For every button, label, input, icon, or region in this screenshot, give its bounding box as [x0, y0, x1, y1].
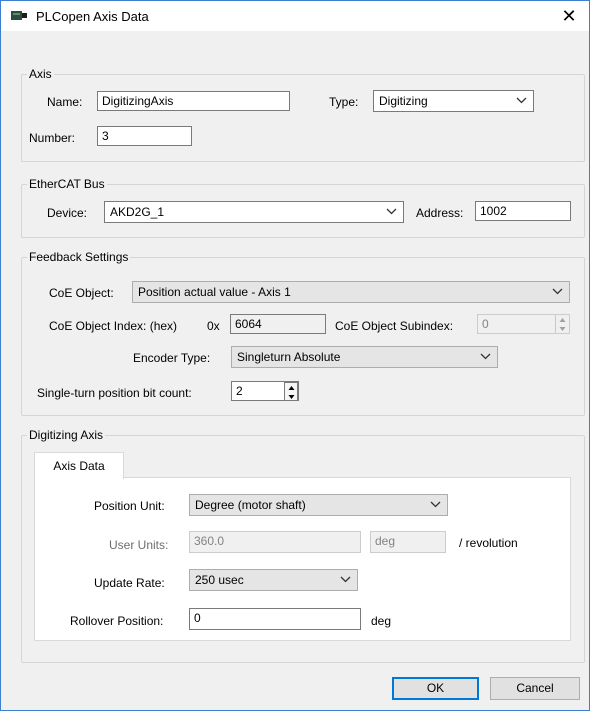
spinner-arrows-icon[interactable] — [284, 382, 298, 400]
axis-legend: Axis — [27, 67, 54, 81]
address-label: Address: — [416, 206, 464, 220]
encoder-type-label: Encoder Type: — [133, 351, 211, 365]
per-revolution-label: / revolution — [459, 536, 518, 550]
bitcount-label: Single-turn position bit count: — [37, 386, 192, 400]
update-rate-select[interactable]: 250 usec — [189, 569, 358, 591]
cancel-button[interactable]: Cancel — [490, 677, 580, 700]
user-units-unit-field: deg — [370, 531, 446, 553]
ok-button[interactable]: OK — [392, 677, 479, 700]
position-unit-select[interactable]: Degree (motor shaft) — [189, 494, 448, 516]
address-field[interactable]: 1002 — [475, 201, 571, 221]
bitcount-stepper[interactable]: 2 — [231, 381, 299, 401]
coe-subindex-stepper: 0 — [477, 314, 570, 334]
rollover-position-field[interactable]: 0 — [189, 608, 361, 630]
chevron-down-icon — [480, 353, 491, 360]
rollover-position-label: Rollover Position: — [70, 614, 164, 628]
chevron-down-icon — [430, 501, 441, 508]
coe-index-label: CoE Object Index: (hex) — [49, 319, 178, 333]
device-label: Device: — [47, 206, 88, 220]
update-rate-select-value: 250 usec — [195, 573, 244, 587]
position-unit-label: Position Unit: — [94, 499, 165, 513]
coe-subindex-label: CoE Object Subindex: — [335, 319, 454, 333]
dialog-window: PLCopen Axis Data ✕ Axis Name: Digitizin… — [0, 0, 590, 711]
user-units-field: 360.0 — [189, 531, 361, 553]
tab-axis-data[interactable]: Axis Data — [34, 452, 124, 479]
name-field[interactable]: DigitizingAxis — [97, 91, 290, 111]
chevron-down-icon — [516, 97, 527, 104]
chevron-down-icon — [386, 208, 397, 215]
position-unit-select-value: Degree (motor shaft) — [195, 498, 306, 512]
device-select-value: AKD2G_1 — [110, 205, 165, 219]
chevron-down-icon — [552, 288, 563, 295]
hex-prefix-label: 0x — [207, 319, 220, 333]
chevron-down-icon — [340, 576, 351, 583]
bitcount-value: 2 — [236, 384, 243, 398]
coe-subindex-value: 0 — [482, 317, 489, 331]
tab-axis-data-label: Axis Data — [53, 459, 105, 473]
user-units-label: User Units: — [109, 538, 169, 552]
coe-object-select[interactable]: Position actual value - Axis 1 — [132, 281, 570, 303]
number-field[interactable]: 3 — [97, 126, 192, 146]
number-label: Number: — [29, 131, 76, 145]
feedback-settings-legend: Feedback Settings — [27, 250, 131, 264]
coe-index-field[interactable]: 6064 — [230, 314, 326, 334]
spinner-arrows-icon — [555, 315, 569, 333]
encoder-type-select-value: Singleturn Absolute — [237, 350, 341, 364]
encoder-type-select[interactable]: Singleturn Absolute — [231, 346, 498, 368]
type-label: Type: — [329, 95, 359, 109]
type-select-value: Digitizing — [379, 94, 428, 108]
ethercat-bus-legend: EtherCAT Bus — [27, 177, 107, 191]
window-title: PLCopen Axis Data — [36, 9, 149, 24]
device-select[interactable]: AKD2G_1 — [104, 201, 404, 223]
type-select[interactable]: Digitizing — [373, 90, 534, 112]
axis-group — [21, 74, 585, 162]
rollover-unit-label: deg — [371, 614, 392, 628]
name-label: Name: — [47, 95, 83, 109]
coe-object-select-value: Position actual value - Axis 1 — [138, 285, 291, 299]
coe-object-label: CoE Object: — [49, 286, 114, 300]
update-rate-label: Update Rate: — [94, 576, 165, 590]
digitizing-axis-legend: Digitizing Axis — [27, 428, 106, 442]
close-icon[interactable]: ✕ — [549, 1, 589, 31]
title-bar: PLCopen Axis Data ✕ — [1, 1, 589, 31]
plcopen-axis-icon — [11, 11, 27, 20]
